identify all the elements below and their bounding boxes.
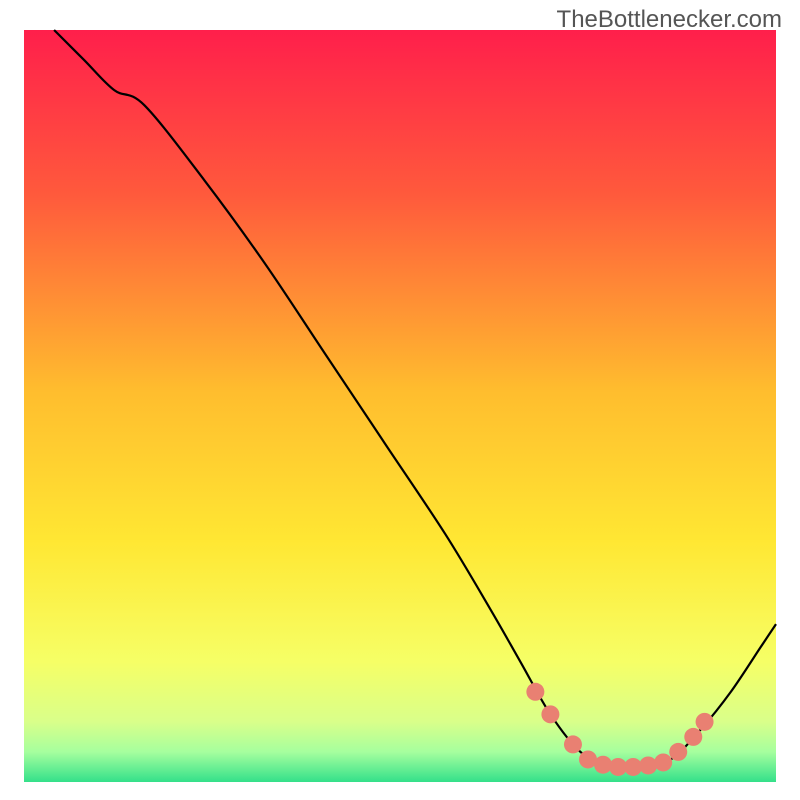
- chart-container: TheBottlenecker.com: [0, 0, 800, 800]
- marker-dot: [541, 705, 559, 723]
- marker-dot: [526, 683, 544, 701]
- plot-background: [24, 30, 776, 782]
- marker-dot: [654, 753, 672, 771]
- marker-dot: [669, 743, 687, 761]
- marker-dot: [639, 756, 657, 774]
- watermark-label: TheBottlenecker.com: [557, 6, 782, 34]
- marker-dot: [594, 756, 612, 774]
- marker-dot: [684, 728, 702, 746]
- marker-dot: [564, 735, 582, 753]
- bottleneck-chart: [0, 0, 800, 800]
- marker-dot: [696, 713, 714, 731]
- plot-bottom-margin: [24, 782, 776, 790]
